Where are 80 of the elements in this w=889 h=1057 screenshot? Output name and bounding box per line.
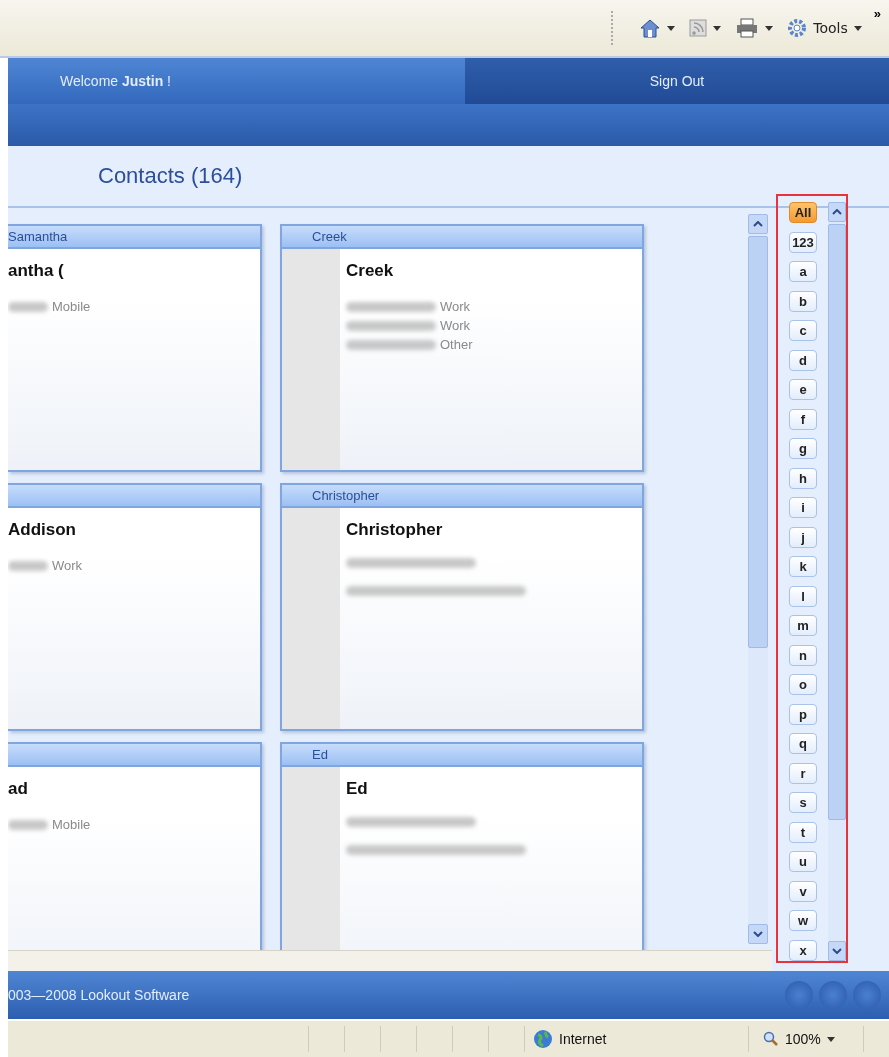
card-header-name: Christopher <box>312 488 380 503</box>
scroll-down-icon <box>832 948 842 954</box>
contact-card[interactable]: Creek Creek Work Work Other <box>280 224 644 472</box>
blurred-number <box>8 819 48 830</box>
more-tools-chevron[interactable]: » <box>873 6 881 21</box>
zoom-icon <box>763 1031 779 1047</box>
phone-type: Mobile <box>52 817 91 832</box>
scroll-down-icon <box>753 931 763 937</box>
feed-icon <box>689 19 708 37</box>
letter-scrollbar[interactable] <box>828 202 846 961</box>
letter-filter-button[interactable]: t <box>789 821 817 843</box>
contact-card[interactable]: Ed Ed <box>280 742 644 950</box>
letter-filter-button[interactable]: d <box>789 349 817 371</box>
letter-filter-button[interactable]: i <box>789 497 817 518</box>
caret-icon <box>765 25 774 31</box>
copyright-text: 003—2008 Lookout Software <box>8 987 190 1003</box>
letter-filter-button[interactable]: All <box>789 202 817 223</box>
letter-filter-button[interactable]: b <box>789 290 817 312</box>
scroll-up-icon <box>832 209 842 215</box>
contact-name: Ed <box>346 779 368 799</box>
caret-icon <box>826 1036 835 1042</box>
blurred-number <box>8 560 48 571</box>
contact-name: Addison <box>8 520 76 540</box>
letter-filter-button[interactable]: g <box>789 438 817 459</box>
sign-out-button[interactable]: Sign Out <box>465 58 889 104</box>
round-button[interactable] <box>853 981 881 1009</box>
security-zone-text: Internet <box>559 1031 607 1047</box>
letter-filter-button[interactable]: k <box>789 556 817 577</box>
horizontal-scrollbar[interactable] <box>8 950 772 971</box>
printer-icon <box>735 18 760 38</box>
letter-filter-button[interactable]: n <box>789 644 817 666</box>
contact-card[interactable]: Christopher Christopher <box>280 483 644 731</box>
contact-name: ad <box>8 779 28 799</box>
phone-type: Work <box>52 558 83 573</box>
letter-filter-button[interactable]: a <box>789 261 817 282</box>
letter-filter-button[interactable]: p <box>789 703 817 725</box>
letter-filter-button[interactable]: 123 <box>789 231 817 253</box>
round-button[interactable] <box>785 981 813 1009</box>
card-header-name: Creek <box>312 229 347 244</box>
caret-icon <box>853 25 862 31</box>
letter-filter-button[interactable]: f <box>789 408 817 430</box>
gear-icon <box>787 18 808 38</box>
contact-name: Creek <box>346 261 394 281</box>
letter-filter-button[interactable]: x <box>789 939 817 961</box>
globe-icon <box>533 1029 553 1049</box>
round-button[interactable] <box>819 981 847 1009</box>
tools-button[interactable]: Tools <box>785 16 864 40</box>
vertical-scrollbar[interactable] <box>748 214 768 944</box>
letter-filter-button[interactable]: c <box>789 320 817 341</box>
letter-filter-button[interactable]: r <box>789 762 817 784</box>
contact-name: antha ( <box>8 261 64 281</box>
phone-type: Mobile <box>52 299 91 314</box>
phone-type: Other <box>440 337 473 352</box>
card-header-name: Ed <box>312 747 328 762</box>
card-header-name: Samantha <box>8 229 68 244</box>
letter-filter-button[interactable]: o <box>789 674 817 695</box>
phone-type: Work <box>440 318 471 333</box>
contact-name: Christopher <box>346 520 443 540</box>
contact-card[interactable]: Addison Work <box>8 483 262 731</box>
letter-filter-button[interactable]: j <box>789 526 817 548</box>
contact-card[interactable]: ad Mobile <box>8 742 262 950</box>
letter-filter-button[interactable]: w <box>789 910 817 931</box>
letter-filter-button[interactable]: l <box>789 585 817 607</box>
blurred-number <box>8 301 48 312</box>
caret-icon <box>667 25 676 31</box>
letter-filter-button[interactable]: s <box>789 792 817 813</box>
caret-icon <box>713 25 722 31</box>
welcome-message: Welcome Justin ! <box>8 58 465 104</box>
letter-filter-button[interactable]: h <box>789 467 817 489</box>
scroll-up-icon <box>753 221 763 227</box>
phone-type: Work <box>440 299 471 314</box>
contact-card[interactable]: Samantha antha ( Mobile <box>8 224 262 472</box>
letter-filter-button[interactable]: e <box>789 379 817 400</box>
home-icon <box>639 17 662 39</box>
letter-filter-button[interactable]: v <box>789 880 817 902</box>
zoom-level[interactable]: 100% <box>785 1031 821 1047</box>
feed-button[interactable] <box>687 17 724 39</box>
letter-filter-button[interactable]: m <box>789 615 817 636</box>
letter-filter-button[interactable]: q <box>789 733 817 754</box>
letter-filter-button[interactable]: u <box>789 851 817 872</box>
